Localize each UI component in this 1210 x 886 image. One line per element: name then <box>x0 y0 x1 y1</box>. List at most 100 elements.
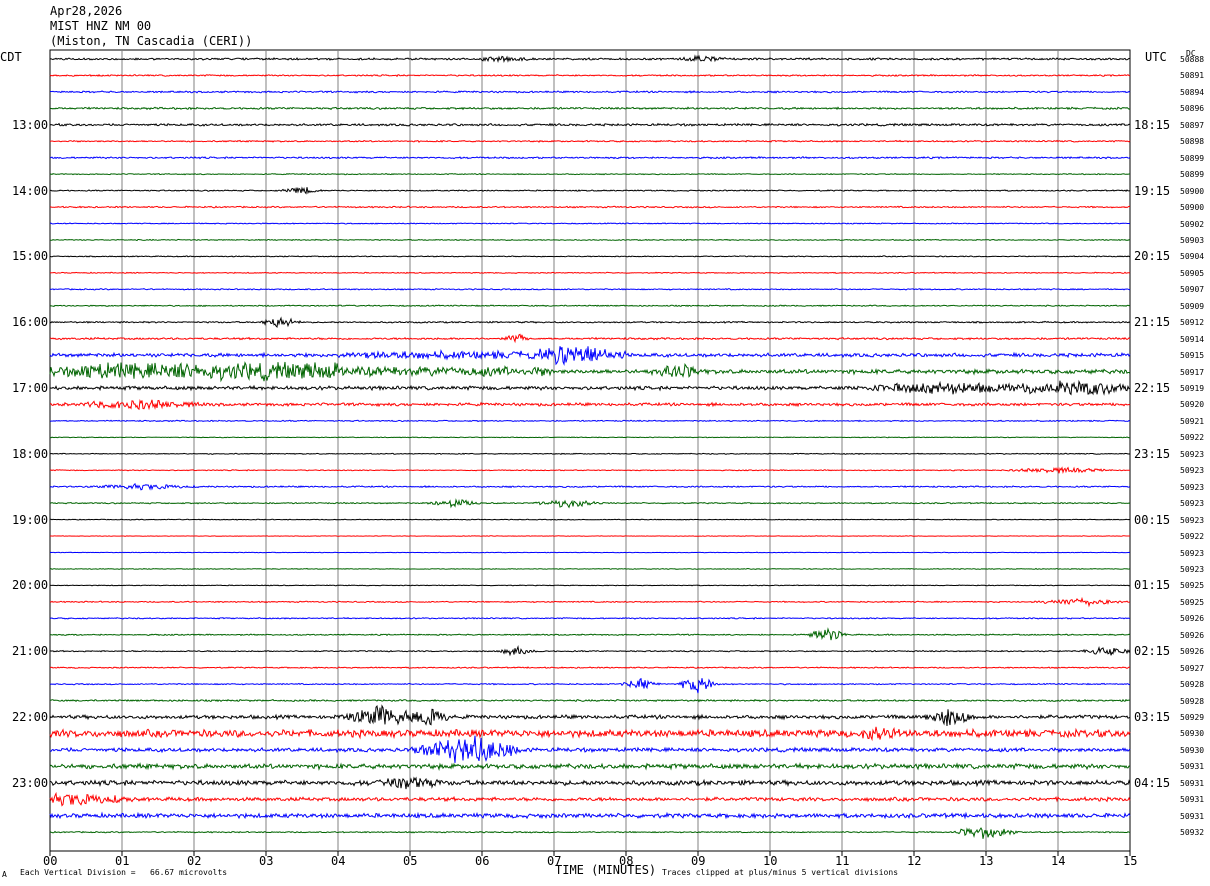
x-tick-label: 00 <box>43 854 58 868</box>
dc-value: 50932 <box>1180 828 1205 838</box>
utc-hour-label: 01:15 <box>1134 578 1171 593</box>
dc-value: 50923 <box>1180 548 1205 558</box>
seismic-trace <box>49 518 1131 521</box>
station-location: (Miston, TN Cascadia (CERI)) <box>50 34 253 48</box>
seismic-trace <box>49 535 1130 537</box>
dc-value: 50896 <box>1180 104 1205 114</box>
seismic-trace <box>49 698 1131 703</box>
seismic-trace <box>49 452 1131 456</box>
dc-value: 50926 <box>1180 630 1205 640</box>
x-tick-label: 01 <box>115 854 130 868</box>
seismic-trace <box>49 596 1131 608</box>
dc-value: 50900 <box>1180 203 1205 213</box>
footer-marker: A <box>2 870 7 879</box>
x-tick-label: 15 <box>1123 854 1138 868</box>
dc-value: 50925 <box>1180 581 1205 591</box>
seismic-trace <box>49 644 1131 657</box>
dc-value: 50923 <box>1180 466 1205 476</box>
utc-hour-label: 20:15 <box>1134 249 1171 264</box>
dc-value: 50925 <box>1180 597 1205 607</box>
x-tick-label: 09 <box>691 854 706 868</box>
seismic-trace <box>49 419 1131 423</box>
seismic-trace <box>49 106 1131 111</box>
seismic-trace <box>49 222 1131 225</box>
dc-value: 50888 <box>1180 55 1205 64</box>
x-tick-label: 06 <box>475 854 490 868</box>
seismic-trace <box>49 735 1131 763</box>
left-timezone: CDT <box>0 50 22 64</box>
dc-value: 50923 <box>1180 515 1205 525</box>
seismic-trace <box>49 482 1131 491</box>
dc-value: 50914 <box>1180 334 1205 344</box>
x-tick-label: 04 <box>331 854 346 868</box>
dc-value: 50923 <box>1180 564 1205 574</box>
cdt-hour-label: 23:00 <box>12 775 49 790</box>
dc-value: 50923 <box>1180 499 1205 509</box>
seismic-trace <box>49 498 1131 509</box>
x-tick-label: 10 <box>763 854 778 868</box>
seismic-trace <box>49 186 1131 195</box>
x-tick-label: 03 <box>259 854 274 868</box>
seismic-trace <box>49 811 1131 820</box>
right-timezone: UTC <box>1145 50 1167 64</box>
x-tick-label: 14 <box>1051 854 1066 868</box>
seismic-trace <box>49 827 1131 839</box>
seismic-trace <box>49 666 1131 669</box>
dc-value: 50922 <box>1180 433 1205 443</box>
seismic-trace <box>49 704 1131 727</box>
record-date: Apr28,2026 <box>50 4 123 18</box>
x-tick-label: 02 <box>187 854 202 868</box>
seismic-trace <box>49 567 1131 570</box>
dc-value: 50930 <box>1180 729 1205 739</box>
dc-value: 50920 <box>1180 400 1205 410</box>
cdt-hour-label: 19:00 <box>12 512 49 527</box>
seismic-trace <box>49 205 1131 209</box>
utc-hour-label: 03:15 <box>1134 710 1171 724</box>
seismic-trace <box>49 346 1131 367</box>
dc-value: 50894 <box>1180 87 1205 97</box>
dc-value: 50930 <box>1180 745 1205 755</box>
seismic-trace <box>49 73 1131 78</box>
seismic-trace <box>49 333 1131 344</box>
dc-value: 50926 <box>1180 614 1205 624</box>
seismic-trace <box>49 155 1131 160</box>
dc-value: 50903 <box>1180 235 1205 245</box>
seismic-trace <box>49 139 1131 143</box>
seismic-trace <box>49 761 1131 771</box>
seismic-trace <box>49 172 1131 176</box>
utc-hour-label: 22:15 <box>1134 381 1171 395</box>
dc-value: 50909 <box>1180 301 1205 311</box>
dc-value: 50919 <box>1180 384 1205 393</box>
seismic-trace <box>49 776 1131 790</box>
seismic-trace <box>49 54 1131 64</box>
dc-value: 50931 <box>1180 811 1205 821</box>
seismic-trace <box>49 287 1131 291</box>
dc-value: 50923 <box>1180 482 1205 492</box>
cdt-hour-label: 15:00 <box>12 249 49 264</box>
dc-value: 50926 <box>1180 647 1205 657</box>
plot-frame <box>49 49 1131 852</box>
utc-hour-label: 18:15 <box>1134 117 1171 132</box>
utc-hour-label: 04:15 <box>1134 775 1171 790</box>
cdt-hour-label: 17:00 <box>12 381 49 395</box>
dc-value: 50928 <box>1180 680 1205 690</box>
dc-value: 50899 <box>1180 170 1205 180</box>
seismic-trace <box>49 436 1130 439</box>
utc-hour-label: 21:15 <box>1134 315 1171 330</box>
seismic-trace <box>49 466 1130 474</box>
dc-value: 50912 <box>1180 318 1205 328</box>
dc-value: 50931 <box>1180 795 1205 805</box>
dc-value: 50907 <box>1180 285 1205 295</box>
dc-value: 50931 <box>1180 778 1205 788</box>
seismic-trace <box>49 255 1131 258</box>
dc-value: 50929 <box>1180 713 1205 722</box>
seismic-trace <box>49 584 1131 587</box>
dc-value: 50897 <box>1180 120 1205 130</box>
dc-value: 50927 <box>1180 663 1205 673</box>
dc-value: 50923 <box>1180 449 1205 459</box>
utc-hour-label: 23:15 <box>1134 446 1171 461</box>
clip-note: Traces clipped at plus/minus 5 vertical … <box>662 868 899 877</box>
seismic-trace <box>49 271 1131 274</box>
utc-hour-label: 19:15 <box>1134 183 1171 198</box>
seismic-trace <box>50 399 1131 411</box>
